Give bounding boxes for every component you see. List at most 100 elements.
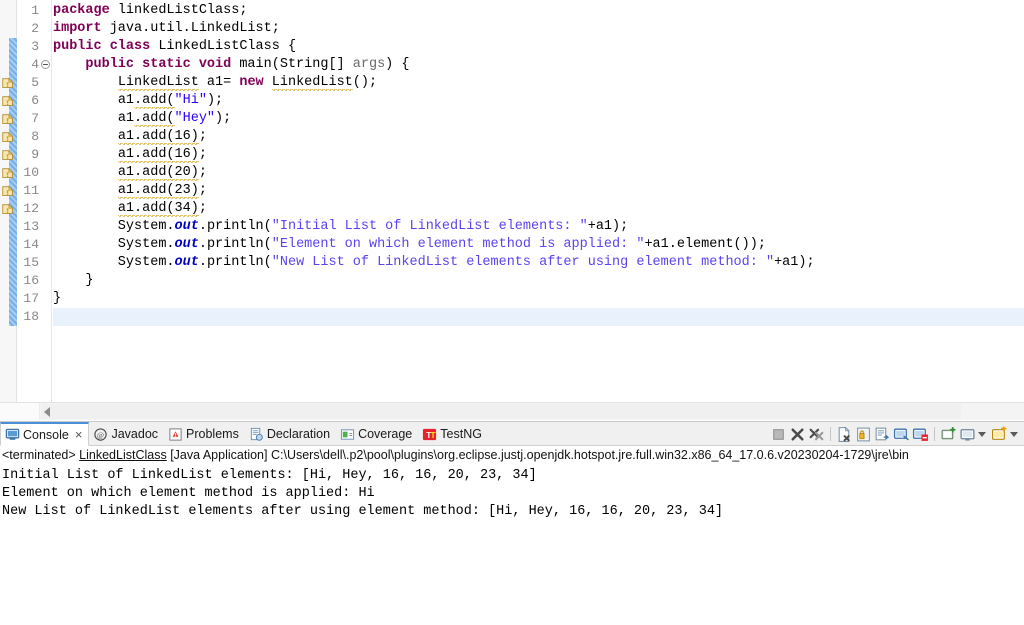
warning-marker-icon[interactable] bbox=[1, 202, 15, 216]
warning-marker-icon[interactable] bbox=[1, 184, 15, 198]
code-line[interactable]: a1.add(20); bbox=[53, 164, 1024, 182]
code-token: a1 bbox=[117, 93, 135, 108]
code-token: ; bbox=[198, 183, 207, 198]
warning-marker-icon[interactable] bbox=[1, 166, 15, 180]
javadoc-icon: @ bbox=[93, 427, 108, 442]
close-icon[interactable]: × bbox=[75, 427, 83, 442]
warning-marker-icon[interactable] bbox=[1, 76, 15, 90]
code-line[interactable]: public static void main(String[] args) { bbox=[53, 56, 1024, 74]
code-token: ; bbox=[198, 129, 207, 144]
tab-problems[interactable]: Problems bbox=[164, 422, 245, 446]
new-console-view-button[interactable] bbox=[991, 426, 1008, 443]
declaration-icon bbox=[249, 427, 264, 442]
code-line[interactable]: a1.add("Hi"); bbox=[53, 92, 1024, 110]
code-line[interactable]: a1.add(16); bbox=[53, 128, 1024, 146]
folding-ruler[interactable] bbox=[40, 0, 52, 402]
tab-coverage[interactable]: Coverage bbox=[336, 422, 418, 446]
code-token: LinkedList bbox=[271, 75, 353, 91]
clear-console-button[interactable] bbox=[836, 426, 853, 443]
tab-javadoc[interactable]: @ Javadoc bbox=[89, 422, 164, 446]
tab-console[interactable]: Console × bbox=[0, 422, 90, 446]
open-console-button[interactable] bbox=[959, 426, 976, 443]
scrollbar-corner bbox=[0, 403, 40, 420]
code-token: System. bbox=[53, 219, 175, 234]
tab-declaration[interactable]: Declaration bbox=[245, 422, 336, 446]
scrollbar-thumb[interactable] bbox=[41, 404, 961, 419]
code-token: a1= bbox=[198, 75, 240, 90]
line-number: 1 bbox=[31, 3, 39, 18]
command-path: C:\Users\dell\.p2\pool\plugins\org.eclip… bbox=[270, 448, 909, 462]
line-number: 13 bbox=[23, 219, 39, 234]
code-text-area[interactable]: package linkedListClass; import java.util… bbox=[53, 0, 1024, 402]
code-line[interactable] bbox=[53, 308, 1024, 326]
fold-collapse-icon[interactable] bbox=[41, 60, 50, 69]
code-token: out bbox=[174, 237, 199, 252]
tab-testng[interactable]: T T TestNG bbox=[418, 422, 488, 446]
code-token: new bbox=[239, 75, 264, 90]
scroll-lock-button[interactable] bbox=[855, 426, 872, 443]
pin-console-button[interactable] bbox=[912, 426, 929, 443]
code-token: package bbox=[53, 3, 110, 18]
code-line[interactable]: import java.util.LinkedList; bbox=[53, 20, 1024, 38]
remove-launch-button[interactable] bbox=[789, 426, 806, 443]
code-token: args bbox=[352, 57, 386, 72]
console-tab-bar[interactable]: Console × @ Javadoc Problems Declaration Cover… bbox=[0, 422, 1024, 446]
code-token: "Initial List of LinkedList elements: " bbox=[271, 219, 588, 234]
code-line[interactable]: public class LinkedListClass { bbox=[53, 38, 1024, 56]
scroll-left-arrow-icon[interactable] bbox=[44, 407, 50, 417]
warning-marker-icon[interactable] bbox=[1, 112, 15, 126]
code-token: ; bbox=[198, 147, 207, 162]
code-line[interactable]: a1.add(23); bbox=[53, 182, 1024, 200]
code-token: +a1); bbox=[774, 255, 815, 270]
svg-text:T: T bbox=[431, 429, 437, 439]
code-token: (); bbox=[352, 75, 378, 90]
terminated-status: <terminated> bbox=[2, 448, 76, 462]
chevron-down-icon[interactable] bbox=[1010, 431, 1018, 437]
line-number: 7 bbox=[31, 111, 39, 126]
console-view-toolbar[interactable] bbox=[769, 422, 1022, 446]
display-selected-console-button[interactable] bbox=[940, 426, 957, 443]
code-token: LinkedList bbox=[117, 75, 199, 91]
terminate-button[interactable] bbox=[770, 426, 787, 443]
code-line[interactable]: a1.add("Hey"); bbox=[53, 110, 1024, 128]
code-line[interactable]: } bbox=[53, 290, 1024, 308]
code-line[interactable]: a1.add(16); bbox=[53, 146, 1024, 164]
warning-marker-icon[interactable] bbox=[1, 94, 15, 108]
chevron-down-icon[interactable] bbox=[978, 431, 986, 437]
code-line[interactable]: LinkedList a1= new LinkedList(); bbox=[53, 74, 1024, 92]
word-wrap-button[interactable] bbox=[874, 426, 891, 443]
editor-horizontal-scrollbar[interactable] bbox=[0, 402, 1024, 420]
code-line[interactable]: System.out.println("New List of LinkedLi… bbox=[53, 254, 1024, 272]
line-number: 5 bbox=[31, 75, 39, 90]
toolbar-separator bbox=[830, 427, 831, 441]
code-token: } bbox=[53, 273, 94, 288]
code-line[interactable]: System.out.println("Initial List of Link… bbox=[53, 218, 1024, 236]
code-token: a1.add(20) bbox=[117, 165, 199, 181]
show-console-on-output-button[interactable] bbox=[893, 426, 910, 443]
warning-marker-icon[interactable] bbox=[1, 148, 15, 162]
code-token: "New List of LinkedList elements after u… bbox=[271, 255, 775, 270]
java-editor[interactable]: 1 2 3 4 5 6 7 8 9 10 11 12 13 14 15 16 17 18 package link… bbox=[0, 0, 1024, 420]
annotation-ruler[interactable] bbox=[0, 0, 17, 402]
code-token: ; bbox=[198, 201, 207, 216]
code-line[interactable]: a1.add(34); bbox=[53, 200, 1024, 218]
warning-marker-icon[interactable] bbox=[1, 130, 15, 144]
code-line[interactable]: } bbox=[53, 272, 1024, 290]
remove-all-terminated-button[interactable] bbox=[808, 426, 825, 443]
code-line[interactable]: package linkedListClass; bbox=[53, 2, 1024, 20]
testng-icon: TT bbox=[422, 427, 437, 442]
console-output-line: Initial List of LinkedList elements: [Hi… bbox=[2, 468, 537, 483]
code-token: ); bbox=[206, 93, 224, 108]
code-token: java.util.LinkedList; bbox=[101, 21, 280, 36]
line-number: 11 bbox=[23, 183, 39, 198]
code-token: .println( bbox=[198, 219, 272, 234]
svg-text:@: @ bbox=[98, 430, 105, 439]
coverage-icon bbox=[340, 427, 355, 442]
code-line[interactable]: System.out.println("Element on which ele… bbox=[53, 236, 1024, 254]
console-output-text[interactable]: Initial List of LinkedList elements: [Hi… bbox=[0, 466, 1024, 521]
